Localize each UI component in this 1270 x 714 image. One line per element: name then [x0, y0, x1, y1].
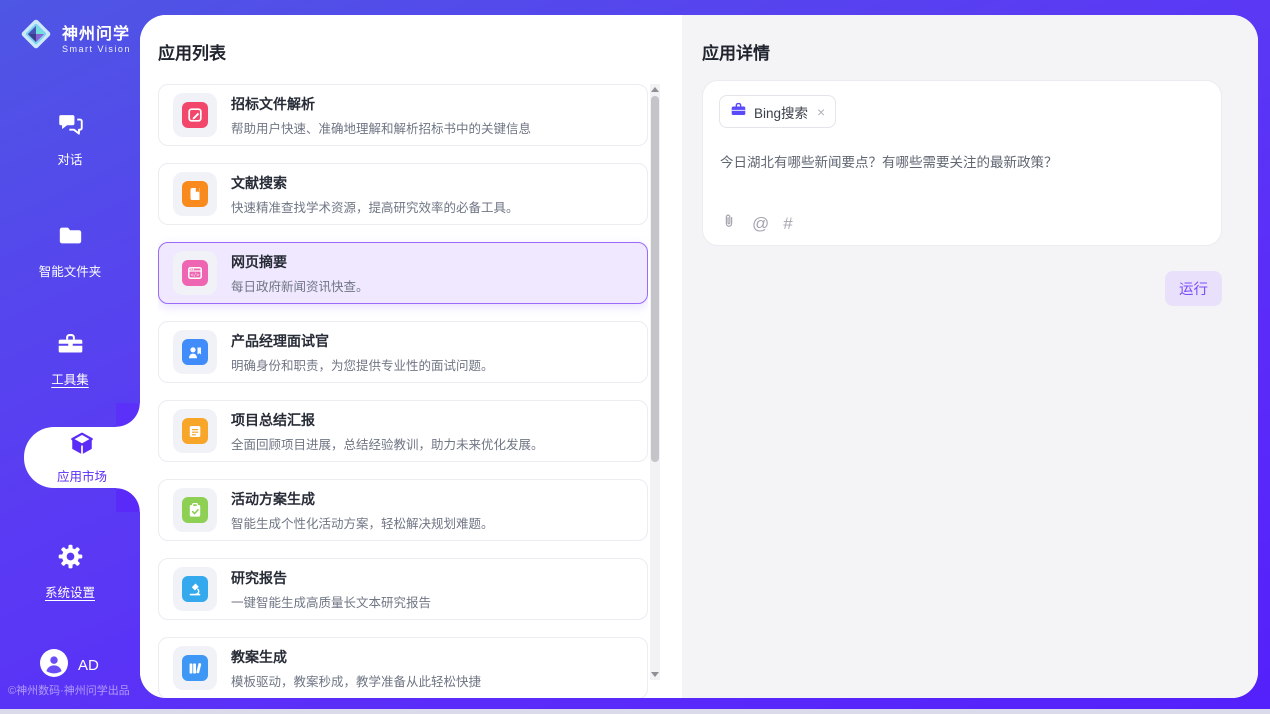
paperclip-icon[interactable] — [720, 211, 738, 236]
user-account[interactable]: AD — [40, 649, 99, 682]
svg-text:</>: </> — [191, 273, 200, 279]
tool-chip-label: Bing搜索 — [754, 102, 808, 122]
app-description: 帮助用户快速、准确地理解和解析招标书中的关键信息 — [231, 118, 531, 137]
gear-icon — [57, 543, 84, 575]
app-description: 一键智能生成高质量长文本研究报告 — [231, 592, 431, 611]
books-icon — [173, 646, 217, 690]
attachment-toolbar: @ # — [720, 211, 793, 236]
app-list-item[interactable]: 产品经理面试官 明确身份和职责，为您提供专业性的面试问题。 — [158, 321, 648, 383]
scrollbar[interactable] — [650, 84, 660, 680]
brand-logo: 神州问学 Smart Vision — [16, 14, 131, 59]
folder-icon — [57, 222, 84, 254]
app-name: 活动方案生成 — [231, 489, 494, 509]
sidebar-item-label: 智能文件夹 — [39, 261, 102, 280]
chat-icon — [57, 110, 84, 142]
sidebar-item-settings[interactable]: 系统设置 — [0, 543, 140, 601]
app-list: 招标文件解析 帮助用户快速、准确地理解和解析招标书中的关键信息 文献搜索 快速精… — [158, 84, 648, 698]
bubble-corner-bottom — [116, 488, 140, 512]
bottom-strip — [0, 709, 1270, 714]
app-detail-panel: 应用详情 Bing搜索 × 今日湖北有哪些新闻要点？有哪些需要关注的最新政策？ … — [682, 15, 1258, 698]
app-list-item[interactable]: </> 网页摘要 每日政府新闻资讯快查。 — [158, 242, 648, 304]
app-list-item[interactable]: 招标文件解析 帮助用户快速、准确地理解和解析招标书中的关键信息 — [158, 84, 648, 146]
sidebar-item-label: 系统设置 — [45, 582, 95, 601]
avatar-person-icon — [40, 649, 68, 682]
app-name: 招标文件解析 — [231, 94, 531, 114]
bubble-corner-top — [116, 403, 140, 427]
brand-subtitle: Smart Vision — [62, 44, 131, 54]
app-list-panel: 应用列表 招标文件解析 帮助用户快速、准确地理解和解析招标书中的关键信息 文献搜… — [140, 15, 682, 698]
webpage-code-icon: </> — [173, 251, 217, 295]
app-name: 网页摘要 — [231, 252, 369, 272]
microscope-icon — [173, 567, 217, 611]
briefcase-icon — [730, 101, 747, 123]
sidebar-item-label: 工具集 — [51, 369, 89, 388]
main-content: 应用列表 招标文件解析 帮助用户快速、准确地理解和解析招标书中的关键信息 文献搜… — [140, 15, 1258, 698]
app-description: 快速精准查找学术资源，提高研究效率的必备工具。 — [231, 197, 519, 216]
app-name: 文献搜索 — [231, 173, 519, 193]
scroll-up-arrow[interactable] — [651, 87, 659, 92]
app-description: 明确身份和职责，为您提供专业性的面试问题。 — [231, 355, 494, 374]
user-name: AD — [78, 657, 99, 674]
close-icon[interactable]: × — [817, 105, 825, 119]
sidebar-item-smart-folder[interactable]: 智能文件夹 — [0, 222, 140, 280]
hash-icon[interactable]: # — [783, 215, 792, 232]
sidebar-item-label: 对话 — [57, 149, 82, 168]
app-detail-title: 应用详情 — [702, 39, 770, 64]
clipboard-check-icon — [173, 488, 217, 532]
sidebar-item-label: 应用市场 — [57, 466, 107, 485]
diamond-logo-icon — [16, 14, 56, 59]
sidebar: 神州问学 Smart Vision 对话 智能文件夹 工具集 — [0, 0, 140, 714]
app-description: 智能生成个性化活动方案，轻松解决规划难题。 — [231, 513, 494, 532]
tool-chip-bing-search[interactable]: Bing搜索 × — [719, 95, 836, 128]
scrollbar-thumb[interactable] — [651, 96, 659, 462]
toolbox-icon — [57, 330, 84, 362]
app-description: 模板驱动，教案秒成，教学准备从此轻松快捷 — [231, 671, 481, 690]
cube-icon — [69, 431, 95, 462]
interviewer-icon — [173, 330, 217, 374]
app-list-item[interactable]: 活动方案生成 智能生成个性化活动方案，轻松解决规划难题。 — [158, 479, 648, 541]
copyright-footer: ©神州数码·神州问学出品 — [8, 682, 130, 698]
app-description: 每日政府新闻资讯快查。 — [231, 276, 369, 295]
report-note-icon — [173, 409, 217, 453]
edit-document-icon — [173, 93, 217, 137]
app-name: 教案生成 — [231, 647, 481, 667]
app-name: 研究报告 — [231, 568, 431, 588]
scroll-down-arrow[interactable] — [651, 672, 659, 677]
prompt-card: Bing搜索 × 今日湖北有哪些新闻要点？有哪些需要关注的最新政策？ @ # — [702, 80, 1222, 246]
sidebar-item-app-market[interactable]: 应用市场 — [24, 427, 140, 488]
app-name: 产品经理面试官 — [231, 331, 494, 351]
app-background: 应用列表 招标文件解析 帮助用户快速、准确地理解和解析招标书中的关键信息 文献搜… — [0, 0, 1270, 714]
app-list-item[interactable]: 教案生成 模板驱动，教案秒成，教学准备从此轻松快捷 — [158, 637, 648, 698]
app-list-item[interactable]: 文献搜索 快速精准查找学术资源，提高研究效率的必备工具。 — [158, 163, 648, 225]
app-list-item[interactable]: 研究报告 一键智能生成高质量长文本研究报告 — [158, 558, 648, 620]
app-name: 项目总结汇报 — [231, 410, 544, 430]
run-button[interactable]: 运行 — [1165, 271, 1222, 306]
book-icon — [173, 172, 217, 216]
sidebar-item-toolbox[interactable]: 工具集 — [0, 330, 140, 388]
app-list-item[interactable]: 项目总结汇报 全面回顾项目进展，总结经验教训，助力未来优化发展。 — [158, 400, 648, 462]
app-list-title: 应用列表 — [158, 39, 226, 64]
at-icon[interactable]: @ — [752, 215, 769, 232]
prompt-text[interactable]: 今日湖北有哪些新闻要点？有哪些需要关注的最新政策？ — [720, 151, 1205, 171]
sidebar-item-chat[interactable]: 对话 — [0, 110, 140, 168]
app-description: 全面回顾项目进展，总结经验教训，助力未来优化发展。 — [231, 434, 544, 453]
brand-name: 神州问学 — [62, 20, 131, 44]
